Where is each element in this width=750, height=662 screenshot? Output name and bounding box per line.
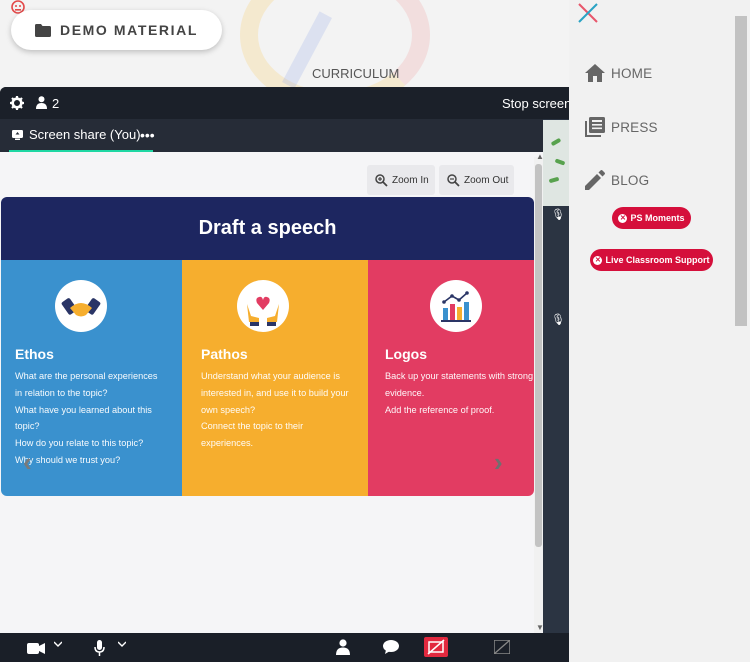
text-line: topic? bbox=[15, 421, 40, 432]
nav-item-blog[interactable]: BLOG bbox=[585, 170, 649, 190]
text-line: What have you learned about this bbox=[15, 404, 152, 415]
pencil-icon bbox=[585, 170, 605, 190]
more-options-icon[interactable]: ••• bbox=[140, 127, 155, 143]
heart-in-hands-icon bbox=[237, 280, 289, 332]
slide-prev-arrow-icon[interactable]: ‹ bbox=[23, 447, 32, 478]
chat-icon[interactable] bbox=[383, 640, 399, 654]
stop-screen-share-button[interactable]: Stop screen bbox=[502, 96, 569, 111]
text-line: in relation to the topic? bbox=[15, 387, 108, 398]
column-title-logos: Logos bbox=[385, 346, 427, 362]
text-line: own speech? bbox=[201, 404, 256, 415]
meeting-bottom-bar bbox=[0, 633, 569, 662]
column-text-pathos: Understand what your audience is interes… bbox=[201, 368, 361, 452]
text-line: Add the reference of proof. bbox=[385, 404, 495, 415]
live-classroom-support-button[interactable]: ✕ Live Classroom Support bbox=[590, 249, 713, 271]
zoom-out-icon bbox=[447, 173, 460, 187]
zoom-out-button[interactable]: Zoom Out bbox=[439, 165, 514, 195]
meeting-top-bar: 2 Stop screen bbox=[0, 87, 569, 119]
column-title-ethos: Ethos bbox=[15, 346, 54, 362]
layout-grid-icon[interactable] bbox=[494, 640, 510, 654]
handshake-icon bbox=[55, 280, 107, 332]
microphone-chevron-down-icon[interactable] bbox=[118, 641, 126, 647]
camera-icon[interactable] bbox=[27, 643, 45, 654]
slide-draft-a-speech: Draft a speech Ethos What are the person… bbox=[1, 197, 534, 496]
settings-gear-icon[interactable] bbox=[10, 96, 24, 110]
text-line: Connect the topic to their bbox=[201, 421, 304, 432]
slide-title: Draft a speech bbox=[1, 197, 534, 260]
slide-next-arrow-icon[interactable]: › bbox=[494, 447, 503, 478]
zoom-in-label: Zoom In bbox=[392, 174, 429, 186]
column-title-pathos: Pathos bbox=[201, 346, 248, 362]
close-circle-icon: ✕ bbox=[618, 213, 628, 223]
text-line: Why should we trust you? bbox=[15, 454, 121, 465]
camera-chevron-down-icon[interactable] bbox=[54, 641, 62, 647]
participants-panel-icon[interactable] bbox=[336, 639, 350, 655]
side-navigation-panel: HOME PRESS BLOG ✕ PS Moments ✕ Live Clas… bbox=[569, 0, 750, 662]
share-tab-bar: Screen share (You) ••• bbox=[0, 119, 543, 152]
zoom-in-button[interactable]: Zoom In bbox=[367, 165, 435, 195]
text-line: evidence. bbox=[385, 387, 425, 398]
tab-screen-share-label: Screen share (You) bbox=[29, 127, 141, 142]
participants-icon[interactable] bbox=[36, 96, 47, 109]
folder-icon bbox=[35, 23, 51, 37]
nav-curriculum-link[interactable]: CURRICULUM bbox=[312, 66, 399, 81]
ps-moments-button[interactable]: ✕ PS Moments bbox=[612, 207, 691, 229]
thumbnail-mic-icon: 🎙 bbox=[551, 209, 565, 221]
nav-item-home[interactable]: HOME bbox=[585, 64, 652, 82]
newspaper-icon bbox=[585, 117, 605, 137]
thumbnail-mic-icon-2: 🎙 bbox=[551, 314, 565, 326]
close-icon[interactable] bbox=[577, 2, 599, 24]
slide-column-logos: Logos Back up your statements with stron… bbox=[368, 260, 534, 496]
nav-item-blog-label: BLOG bbox=[611, 172, 650, 188]
column-text-logos: Back up your statements with strong evid… bbox=[385, 368, 534, 418]
demo-material-label: DEMO MATERIAL bbox=[60, 22, 198, 38]
text-line: What are the personal experiences bbox=[15, 371, 158, 381]
nav-item-press[interactable]: PRESS bbox=[585, 117, 658, 137]
nav-item-press-label: PRESS bbox=[611, 119, 658, 135]
participant-count: 2 bbox=[52, 96, 60, 111]
stop-share-screen-icon[interactable] bbox=[424, 637, 448, 657]
microphone-icon[interactable] bbox=[94, 640, 105, 656]
home-icon bbox=[585, 64, 605, 82]
zoom-out-label: Zoom Out bbox=[464, 174, 509, 186]
screen-share-icon bbox=[12, 129, 23, 140]
column-text-ethos: What are the personal experiences in rel… bbox=[15, 368, 180, 469]
demo-material-button[interactable]: DEMO MATERIAL bbox=[11, 10, 222, 50]
slide-column-pathos: Pathos Understand what your audience is … bbox=[182, 260, 368, 496]
ps-moments-label: PS Moments bbox=[630, 213, 685, 223]
text-line: Understand what your audience is bbox=[201, 371, 340, 381]
nav-item-home-label: HOME bbox=[611, 65, 653, 81]
viewer-scrollbar-thumb[interactable] bbox=[535, 164, 542, 547]
close-circle-icon-2: ✕ bbox=[593, 255, 603, 265]
participant-video-thumbnail[interactable] bbox=[543, 120, 569, 206]
video-meeting-window: 2 Stop screen Screen share (You) ••• ▲ ▼… bbox=[0, 87, 569, 662]
panel-scrollbar-thumb[interactable] bbox=[735, 16, 747, 326]
text-line: Back up your statements with strong bbox=[385, 371, 534, 381]
bar-chart-icon bbox=[430, 280, 482, 332]
text-line: interested in, and use it to build your bbox=[201, 387, 349, 398]
live-classroom-support-label: Live Classroom Support bbox=[605, 255, 710, 265]
zoom-in-icon bbox=[375, 173, 388, 187]
text-line: experiences. bbox=[201, 438, 254, 449]
text-line: How do you relate to this topic? bbox=[15, 438, 144, 449]
tab-screen-share[interactable]: Screen share (You) ••• bbox=[9, 119, 155, 152]
